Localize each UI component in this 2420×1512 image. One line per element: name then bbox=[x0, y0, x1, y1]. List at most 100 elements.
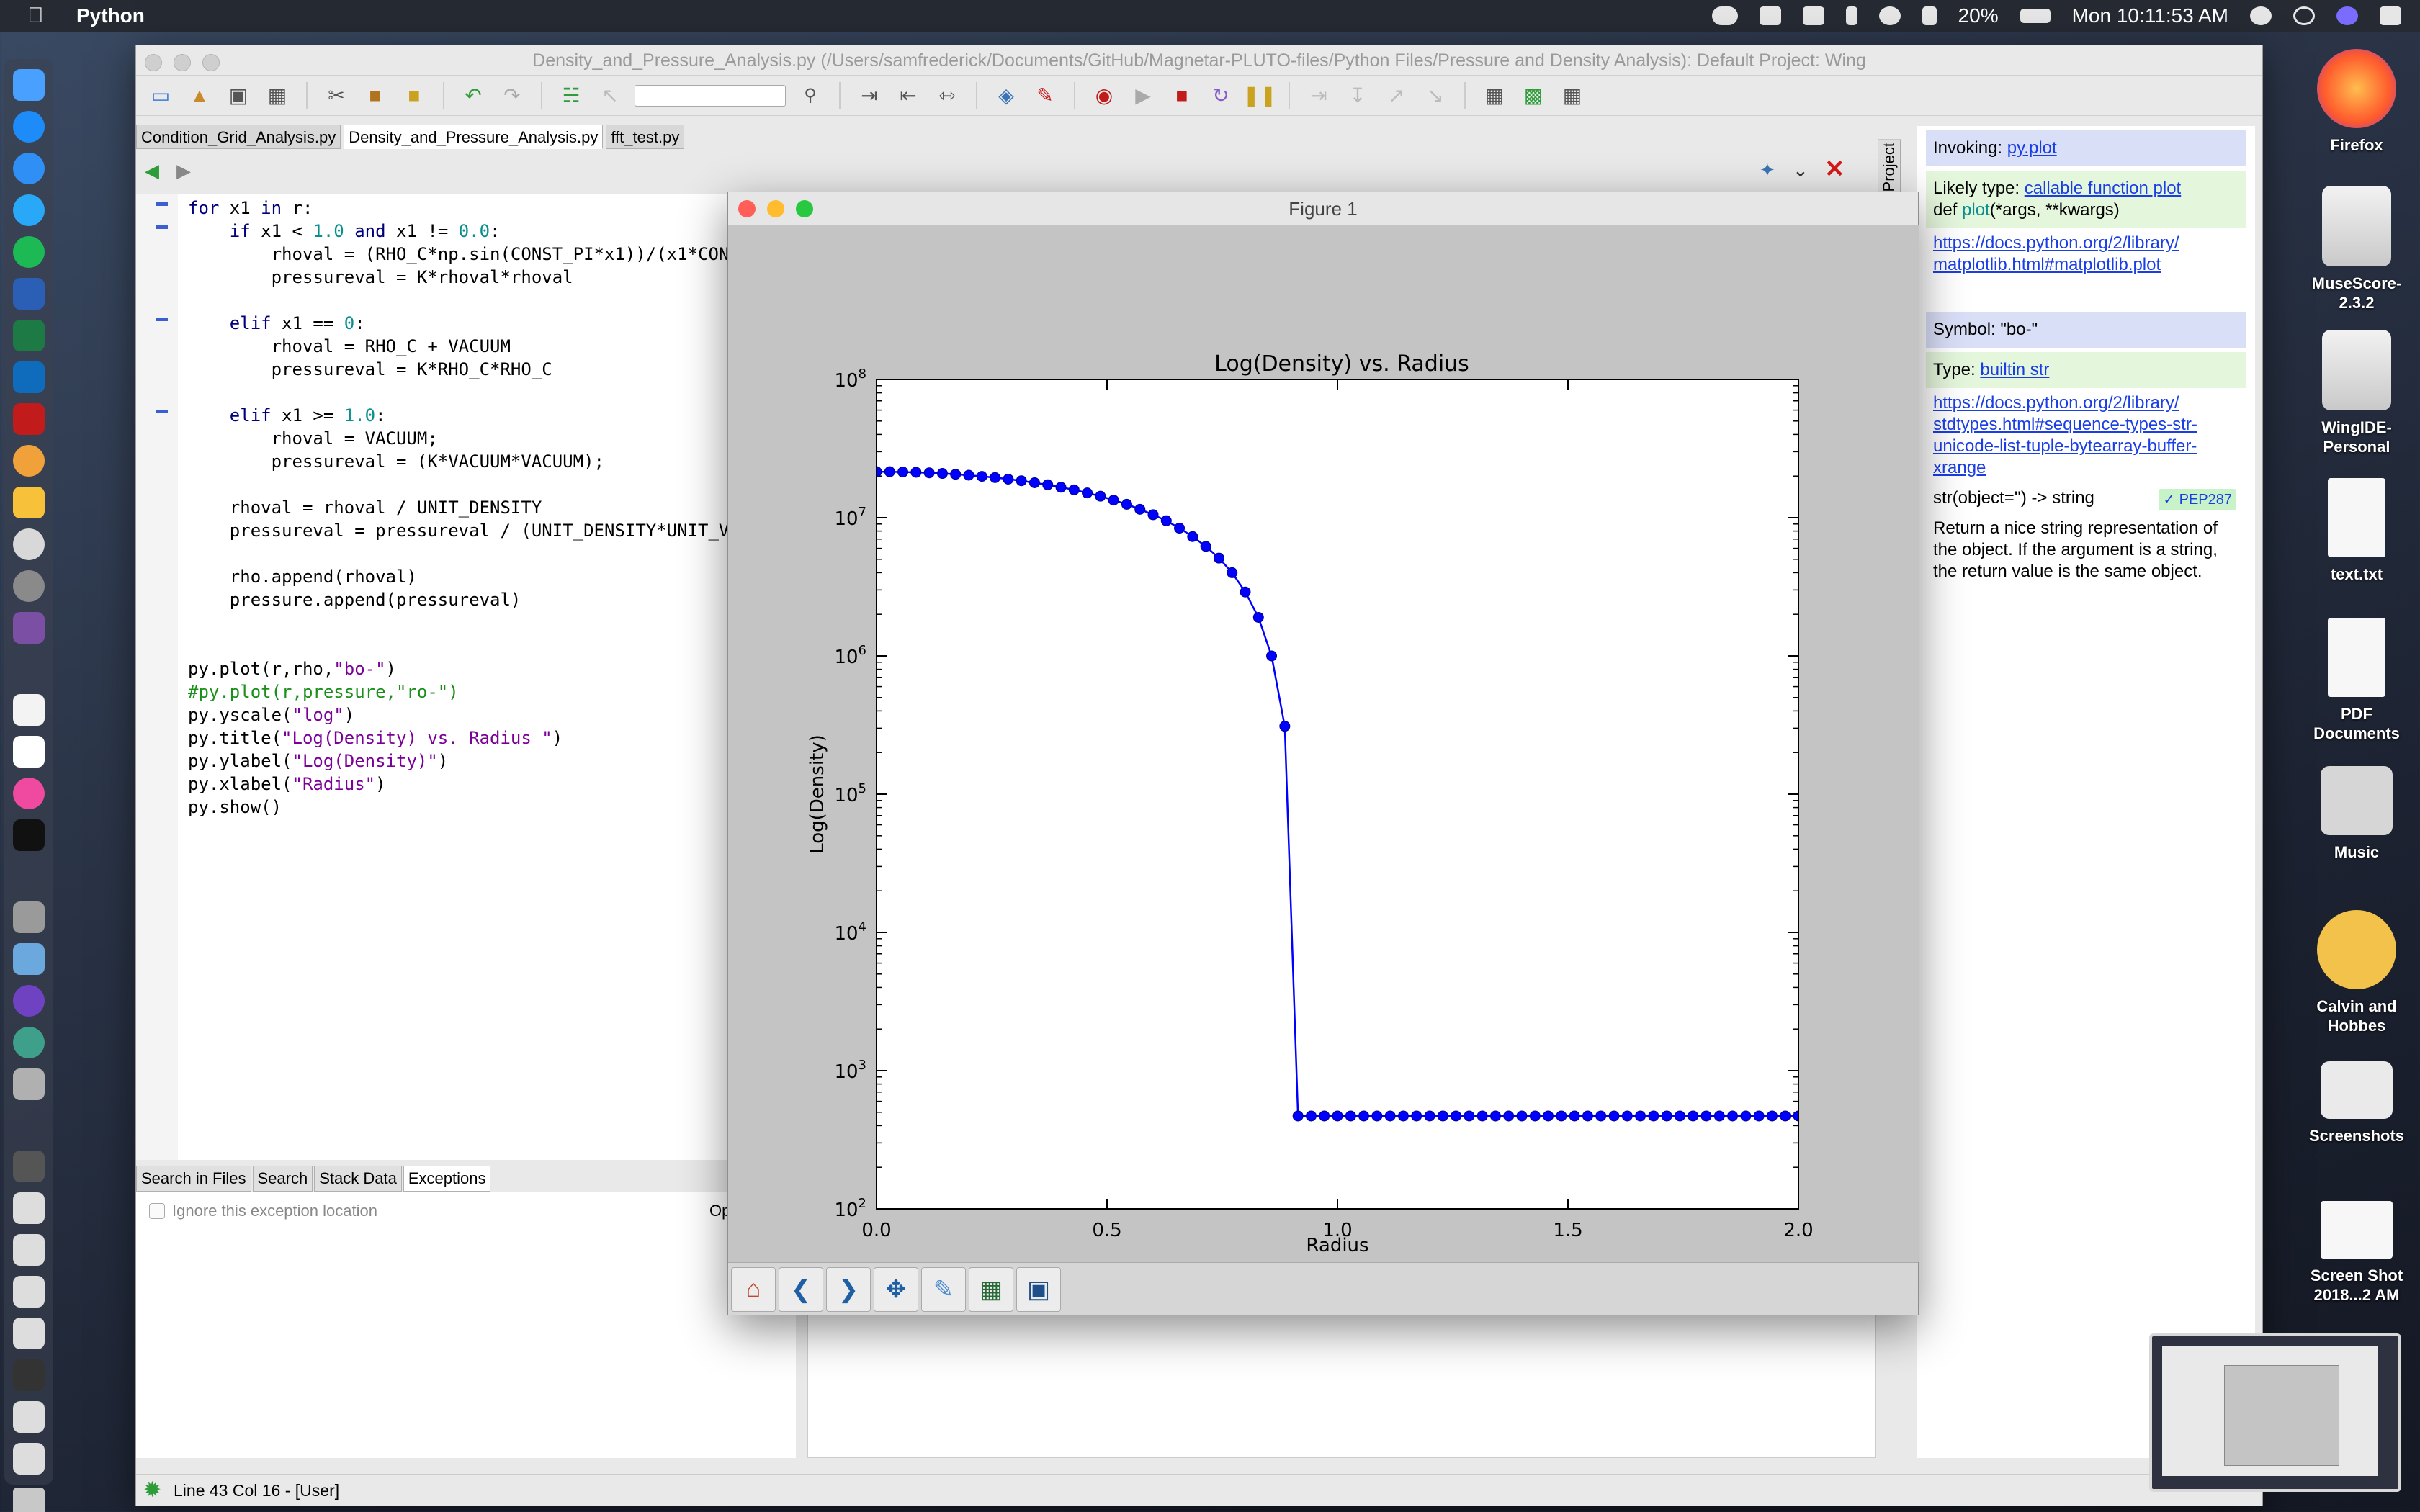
volume-icon[interactable] bbox=[1922, 6, 1937, 25]
battery-percent[interactable]: 20% bbox=[1958, 4, 1999, 27]
desktop-screenshots[interactable]: Screenshots bbox=[2277, 1061, 2420, 1146]
desktop-musescore[interactable]: MuseScore- 2.3.2 bbox=[2277, 186, 2420, 312]
pause-icon[interactable]: ❚❚ bbox=[1243, 81, 1277, 110]
fold-marker[interactable] bbox=[156, 225, 168, 229]
forward-arrow-icon[interactable]: ▶ bbox=[176, 160, 191, 182]
undo-icon[interactable]: ↶ bbox=[459, 81, 488, 110]
desktop-screen-shot[interactable]: Screen Shot 2018...2 AM bbox=[2277, 1201, 2420, 1305]
desktop-pdf-documents[interactable]: PDF Documents bbox=[2277, 618, 2420, 743]
github-desktop-icon[interactable] bbox=[13, 612, 45, 644]
search-icon[interactable]: ⚲ bbox=[796, 81, 825, 110]
ignore-exception-checkbox[interactable] bbox=[149, 1203, 165, 1219]
window-thumbnail-icon[interactable] bbox=[13, 1276, 45, 1308]
preview-icon[interactable] bbox=[13, 943, 45, 975]
window-thumbnail-icon[interactable] bbox=[13, 1234, 45, 1266]
zoom-window-button[interactable] bbox=[796, 200, 813, 217]
tab-density-pressure[interactable]: Density_and_Pressure_Analysis.py bbox=[344, 125, 604, 149]
density-plot[interactable]: Log(Density) vs. Radius Radius Log(Densi… bbox=[728, 225, 1919, 1262]
acrobat-icon[interactable] bbox=[13, 403, 45, 435]
outdent-icon[interactable]: ⇤ bbox=[894, 81, 923, 110]
pan-icon[interactable]: ✥ bbox=[874, 1266, 918, 1312]
doc-link-2-line3[interactable]: unicode-list-tuple-bytearray-buffer- bbox=[1933, 436, 2197, 456]
redo-icon[interactable]: ↷ bbox=[498, 81, 526, 110]
doc-link-2-line4[interactable]: xrange bbox=[1933, 458, 1986, 477]
tab-exceptions[interactable]: Exceptions bbox=[403, 1166, 491, 1192]
zoom-window-button[interactable] bbox=[202, 54, 220, 71]
desktop-music[interactable]: Music bbox=[2277, 766, 2420, 862]
stop-icon[interactable]: ■ bbox=[1168, 81, 1196, 110]
app-menu-python[interactable]: Python bbox=[76, 4, 145, 27]
indent-guides-icon[interactable]: ☵ bbox=[557, 81, 586, 110]
excel-icon[interactable] bbox=[13, 320, 45, 351]
reindent-icon[interactable]: ⇿ bbox=[933, 81, 962, 110]
word-icon[interactable] bbox=[13, 278, 45, 310]
fold-marker[interactable] bbox=[156, 318, 168, 321]
window-thumbnail-icon[interactable] bbox=[13, 1443, 45, 1475]
safari-icon[interactable] bbox=[13, 153, 45, 184]
copy-icon[interactable]: ■ bbox=[361, 81, 390, 110]
project-side-tab[interactable]: Project bbox=[1878, 139, 1901, 196]
clock[interactable]: Mon 10:11:53 AM bbox=[2072, 4, 2228, 27]
window-thumbnail-icon[interactable] bbox=[13, 1401, 45, 1433]
back-icon[interactable]: ❮ bbox=[779, 1266, 823, 1312]
invoking-link[interactable]: py.plot bbox=[2007, 138, 2057, 158]
tab-stack-data[interactable]: Stack Data bbox=[314, 1166, 402, 1192]
battery-icon[interactable] bbox=[2020, 9, 2051, 23]
close-window-button[interactable] bbox=[738, 200, 756, 217]
step-into-icon[interactable]: ↧ bbox=[1343, 81, 1372, 110]
spotlight-search-icon[interactable] bbox=[2293, 6, 2315, 25]
calendar-icon[interactable] bbox=[13, 736, 45, 768]
desktop-text-file[interactable]: text.txt bbox=[2277, 478, 2420, 584]
messages-icon[interactable] bbox=[13, 194, 45, 226]
photos-icon[interactable] bbox=[13, 445, 45, 477]
finder-icon[interactable] bbox=[13, 69, 45, 101]
pdf-export-icon[interactable]: ✎ bbox=[1031, 81, 1059, 110]
continue-icon[interactable]: ↘ bbox=[1421, 81, 1450, 110]
window-layout-icon[interactable] bbox=[1759, 6, 1781, 25]
fold-marker[interactable] bbox=[156, 410, 168, 413]
window-thumbnail-icon[interactable] bbox=[13, 1192, 45, 1224]
tab-search-in-files[interactable]: Search in Files bbox=[136, 1166, 251, 1192]
display-icon[interactable] bbox=[1802, 6, 1824, 25]
run-icon[interactable]: ▶ bbox=[1129, 81, 1157, 110]
doc-link-1[interactable]: https://docs.python.org/2/library/matplo… bbox=[1917, 228, 2255, 280]
close-window-button[interactable] bbox=[145, 54, 162, 71]
doc-link-2-line1[interactable]: https://docs.python.org/2/library/ bbox=[1933, 393, 2179, 413]
debug-window-icon[interactable]: ▦ bbox=[1480, 81, 1509, 110]
open-file-icon[interactable]: ▲ bbox=[185, 81, 214, 110]
home-icon[interactable]: ⌂ bbox=[731, 1266, 776, 1312]
minimize-window-button[interactable] bbox=[174, 54, 191, 71]
chevron-down-icon[interactable]: ⌄ bbox=[1793, 159, 1809, 181]
system-preferences-icon[interactable] bbox=[13, 570, 45, 602]
window-thumbnail-icon[interactable] bbox=[13, 1318, 45, 1349]
itunes-icon[interactable] bbox=[13, 778, 45, 809]
indent-icon[interactable]: ⇥ bbox=[855, 81, 884, 110]
desktop-calvin-hobbes[interactable]: Calvin and Hobbes bbox=[2277, 910, 2420, 1035]
musescore-dock-icon[interactable] bbox=[13, 528, 45, 560]
pin-icon[interactable]: ✦ bbox=[1760, 159, 1775, 181]
spotify-icon[interactable] bbox=[13, 236, 45, 268]
type-link[interactable]: builtin str bbox=[1980, 360, 2049, 379]
notification-center-icon[interactable] bbox=[2380, 6, 2401, 25]
set-breakpoint-icon[interactable]: ◉ bbox=[1090, 81, 1119, 110]
github-icon[interactable] bbox=[13, 985, 45, 1017]
paste-icon[interactable]: ■ bbox=[400, 81, 429, 110]
tab-condition-grid[interactable]: Condition_Grid_Analysis.py bbox=[136, 125, 341, 149]
user-icon[interactable] bbox=[2250, 6, 2272, 25]
goto-definition-icon[interactable]: ↖ bbox=[596, 81, 624, 110]
siri-icon[interactable] bbox=[2336, 6, 2358, 25]
screenshot-preview-thumbnail[interactable] bbox=[2149, 1333, 2401, 1492]
outlook-icon[interactable] bbox=[13, 361, 45, 393]
pen-tool-icon[interactable] bbox=[13, 901, 45, 933]
launchpad-rocket-icon[interactable] bbox=[13, 1068, 45, 1100]
toolbar-search-input[interactable] bbox=[635, 84, 786, 107]
code-editor[interactable]: for x1 in r: if x1 < 1.0 and x1 != 0.0: … bbox=[136, 194, 727, 1160]
subplots-icon[interactable]: ▦ bbox=[969, 1266, 1013, 1312]
step-over-icon[interactable]: ⇥ bbox=[1304, 81, 1333, 110]
close-icon[interactable]: ✕ bbox=[1824, 155, 1845, 184]
tab-fft-test[interactable]: fft_test.py bbox=[606, 125, 685, 149]
cut-icon[interactable]: ✂ bbox=[322, 81, 351, 110]
forward-icon[interactable]: ❯ bbox=[826, 1266, 871, 1312]
step-out-icon[interactable]: ↗ bbox=[1382, 81, 1411, 110]
textedit-icon[interactable] bbox=[13, 694, 45, 726]
